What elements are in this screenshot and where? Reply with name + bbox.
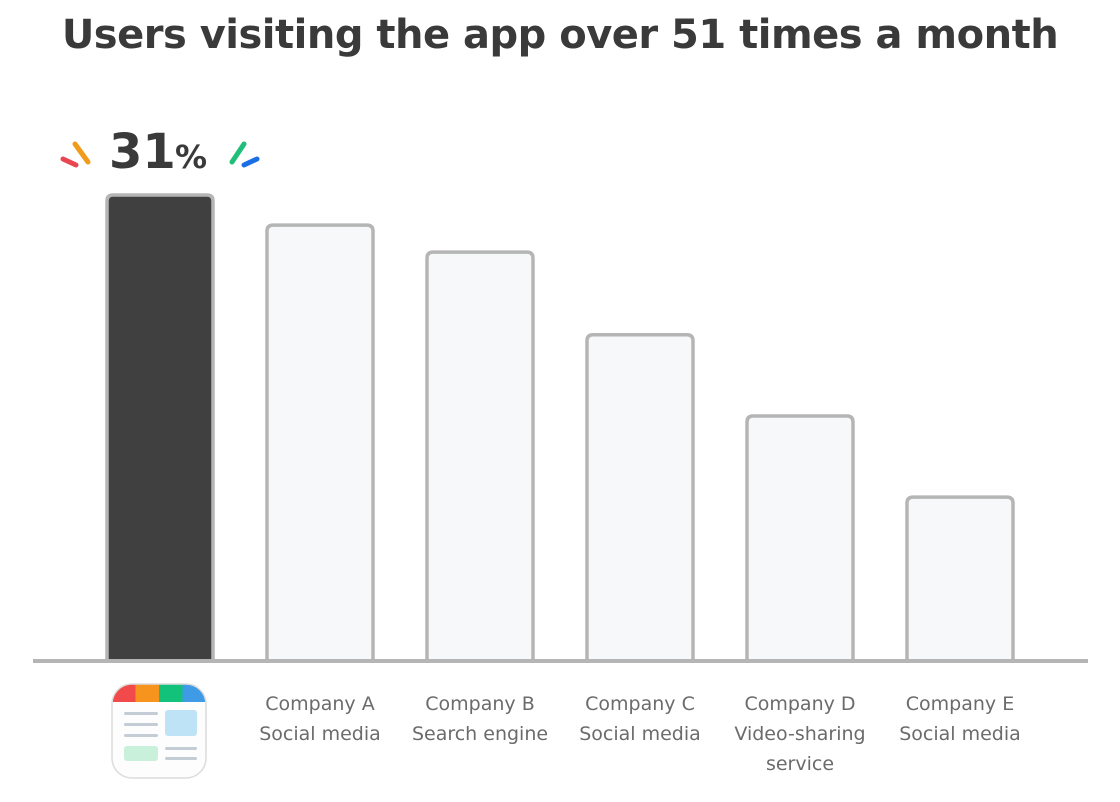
bar [425, 250, 535, 661]
bars-group [105, 193, 1015, 661]
annotation-group: 31% [60, 124, 260, 180]
x-tick-label: Video-sharing [734, 723, 865, 745]
x-tick-label: service [766, 753, 834, 775]
x-tick-label: Company D [744, 693, 855, 715]
app-icon-image-block [165, 710, 197, 736]
sparkle-icon [72, 141, 91, 165]
bar [745, 414, 855, 661]
x-tick-label: Company C [585, 693, 695, 715]
x-tick-label: Company A [265, 693, 374, 715]
x-tick-label: Company B [425, 693, 534, 715]
bar [265, 223, 375, 661]
app-icon-stripe [135, 684, 160, 702]
bar [905, 495, 1015, 661]
x-tick-label: Search engine [412, 723, 548, 745]
app-icon-stripe [159, 684, 183, 702]
bar-highlight [105, 193, 215, 661]
x-tick-label: Company E [906, 693, 1014, 715]
value-label: 31 [109, 124, 176, 180]
app-icon [111, 683, 207, 779]
sparkle-icon [229, 141, 247, 165]
sparkle-icon [60, 156, 79, 168]
bar [585, 333, 695, 661]
bar-chart: Company A Social media Company B Search eng… [33, 124, 1088, 779]
x-tick-label: Social media [259, 723, 381, 745]
x-tick-label: Social media [579, 723, 701, 745]
x-tick-label: Social media [899, 723, 1021, 745]
sparkle-icon [241, 156, 260, 168]
x-labels-group: Company A Social media Company B Search eng… [259, 693, 1021, 775]
value-unit-label: % [175, 138, 207, 176]
